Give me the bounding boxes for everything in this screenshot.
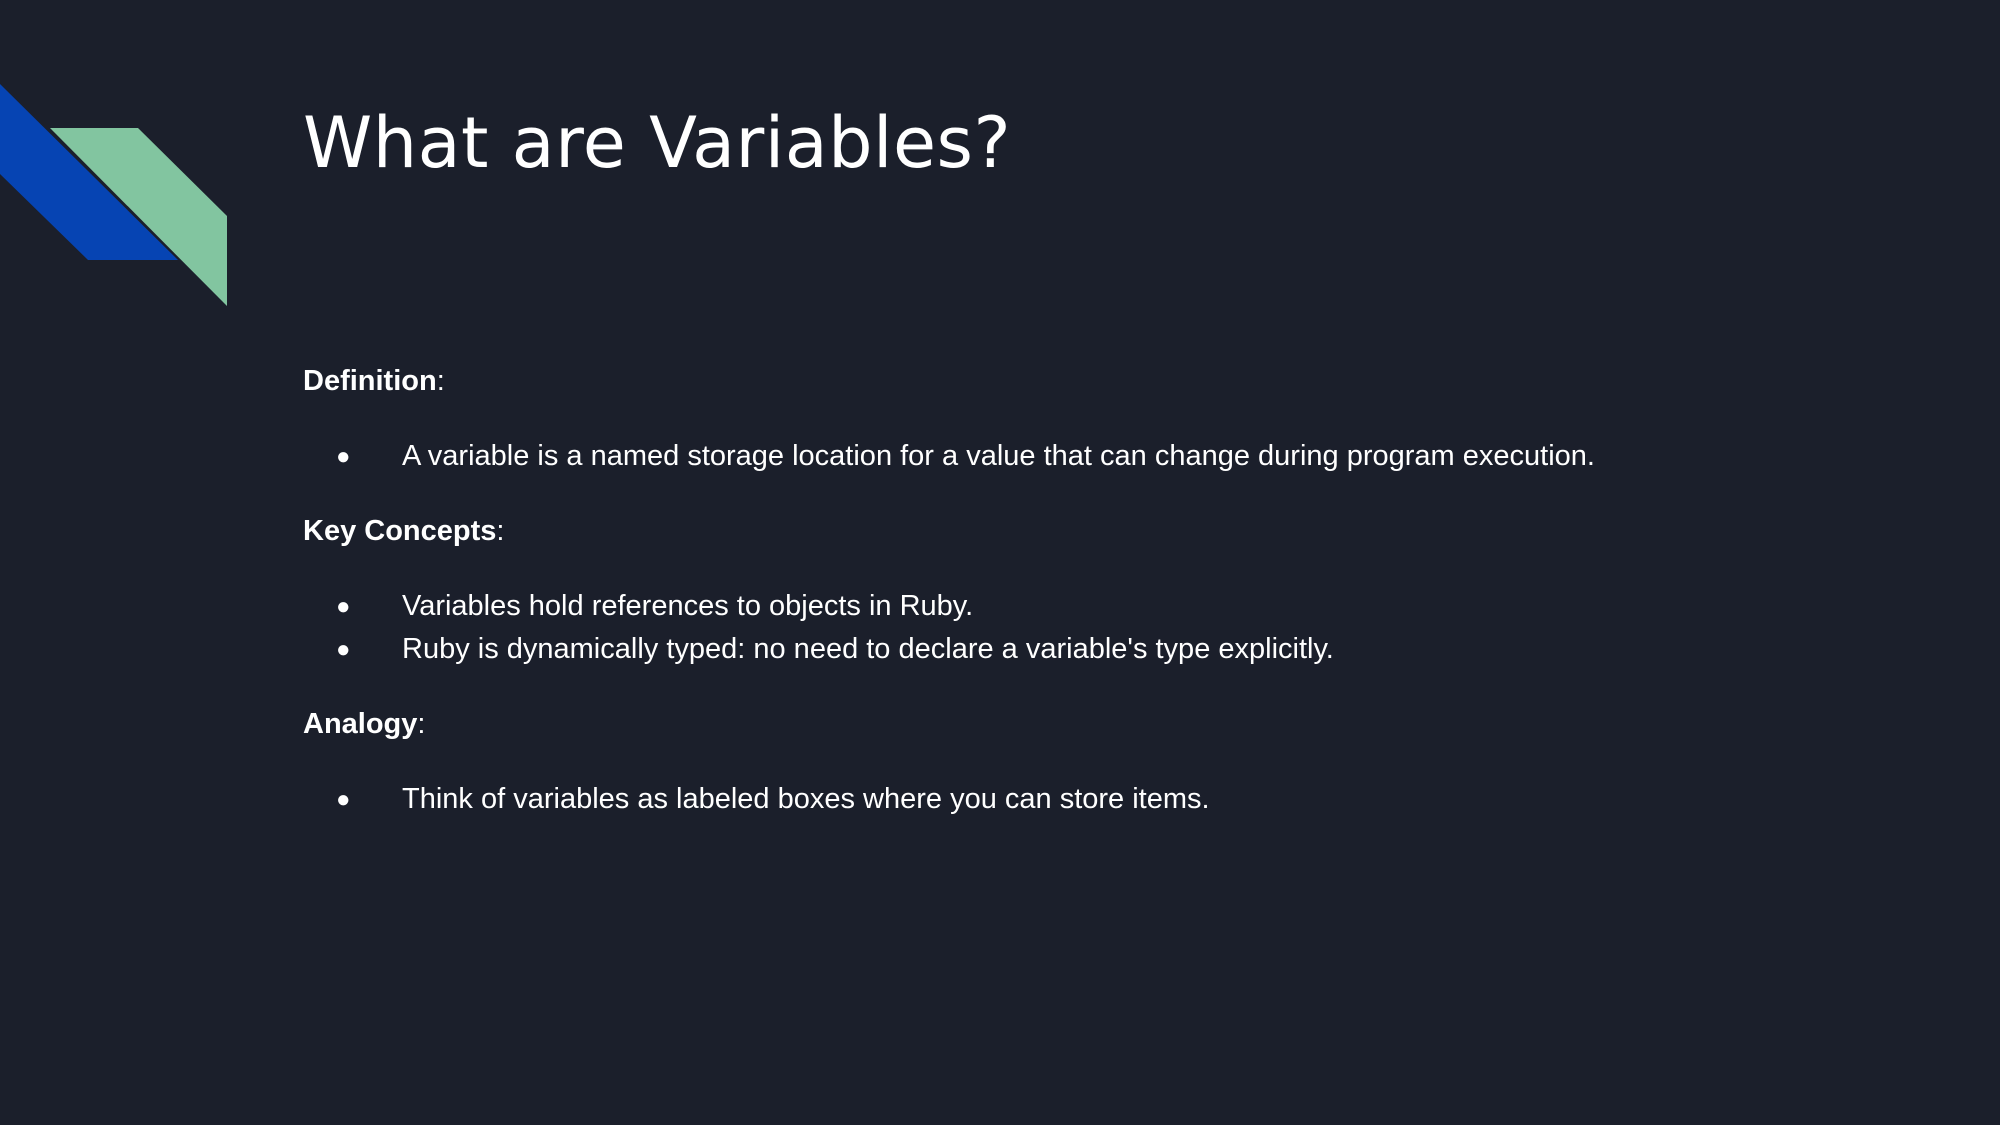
list-item-text: Think of variables as labeled boxes wher… xyxy=(402,783,1210,815)
analogy-heading: Analogy: xyxy=(303,703,1903,746)
slide-title: What are Variables? xyxy=(303,102,1012,184)
analogy-heading-label: Analogy xyxy=(303,708,418,740)
slide-body: Definition: ● A variable is a named stora… xyxy=(303,360,1903,853)
definition-list: ● A variable is a named storage location … xyxy=(303,435,1903,478)
definition-heading-colon: : xyxy=(436,365,445,397)
bullet-icon: ● xyxy=(336,443,351,470)
bullet-icon: ● xyxy=(336,593,351,620)
bullet-icon: ● xyxy=(336,636,351,663)
list-item: ● A variable is a named storage location … xyxy=(303,435,1903,478)
definition-heading: Definition: xyxy=(303,360,1903,403)
list-item: ● Think of variables as labeled boxes whe… xyxy=(303,778,1903,821)
key-concepts-heading-colon: : xyxy=(496,515,505,547)
corner-decoration xyxy=(0,84,227,306)
list-item: ● Ruby is dynamically typed: no need to d… xyxy=(303,628,1903,671)
analogy-heading-colon: : xyxy=(417,708,426,740)
bullet-icon: ● xyxy=(336,786,351,813)
definition-heading-label: Definition xyxy=(303,365,437,397)
analogy-list: ● Think of variables as labeled boxes whe… xyxy=(303,778,1903,821)
list-item-text: A variable is a named storage location f… xyxy=(402,440,1595,472)
list-item-text: Ruby is dynamically typed: no need to de… xyxy=(402,633,1334,665)
slide: What are Variables? Definition: ● A varia… xyxy=(0,0,2000,1125)
key-concepts-list: ● Variables hold references to objects in… xyxy=(303,585,1903,671)
list-item-text: Variables hold references to objects in … xyxy=(402,590,974,622)
key-concepts-heading-label: Key Concepts xyxy=(303,515,497,547)
key-concepts-heading: Key Concepts: xyxy=(303,510,1903,553)
list-item: ● Variables hold references to objects in… xyxy=(303,585,1903,628)
